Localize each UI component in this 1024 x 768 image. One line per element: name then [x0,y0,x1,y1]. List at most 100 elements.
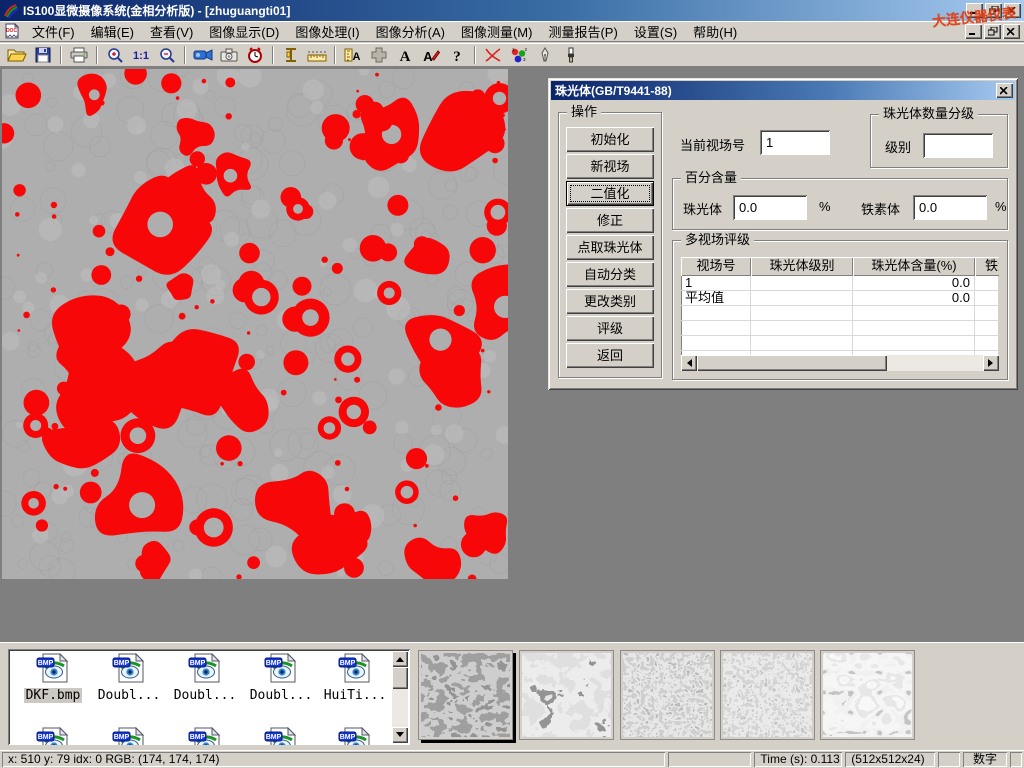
brush-button[interactable] [558,44,584,65]
classify-balls-button[interactable]: 123 [506,44,532,65]
menu-image-display[interactable]: 图像显示(D) [201,20,287,43]
status-time: Time (s): 0.113 [754,752,842,767]
svg-text:A: A [423,49,433,63]
thumbnail-3[interactable] [620,650,715,740]
file-item[interactable] [168,727,242,745]
microstructure-image[interactable] [2,69,508,579]
scroll-up-button[interactable] [392,651,408,667]
menu-image-analysis[interactable]: 图像分析(A) [368,20,453,43]
measure-text-button[interactable]: A [340,44,366,65]
dialog-close-button[interactable] [996,83,1013,98]
auto-classify-button[interactable]: 自动分类 [566,262,654,287]
vscroll-thumb[interactable] [392,667,408,689]
menu-report[interactable]: 测量报告(P) [540,20,625,43]
thumbnail-4[interactable] [720,650,815,740]
col-field: 视场号 [681,257,751,276]
change-class-button[interactable]: 更改类别 [566,289,654,314]
video-camera-button[interactable] [190,44,216,65]
grading-group-label: 珠光体数量分级 [879,107,978,121]
scroll-right-button[interactable] [983,355,999,371]
menu-settings[interactable]: 设置(S) [626,20,685,43]
scroll-down-button[interactable] [392,727,408,743]
ferrite-percent-input[interactable] [915,197,985,218]
minimize-button[interactable] [966,3,983,18]
dialog-title-bar[interactable]: 珠光体(GB/T9441-88) [551,81,1015,100]
mdi-minimize-button[interactable] [965,24,982,39]
menu-image-process[interactable]: 图像处理(I) [287,20,367,43]
pick-pearlite-button[interactable]: 点取珠光体 [566,235,654,260]
file-label[interactable]: Doubl... [248,688,315,703]
zoom-in-button[interactable] [102,44,128,65]
caliper-button[interactable] [278,44,304,65]
thumbnail-1[interactable] [418,650,513,740]
rating-table[interactable]: 视场号 珠光体级别 珠光体含量(%) 铁素体含量(%) 1 0.0 平均值 0.… [681,257,999,366]
file-item[interactable]: HuiTi... [318,653,392,703]
multi-field-group: 多视场评级 视场号 珠光体级别 珠光体含量(%) 铁素体含量(%) 1 0.0 … [672,240,1008,380]
actual-size-button[interactable]: 1:1 [128,44,154,65]
curve-erase-button[interactable] [480,44,506,65]
restore-button[interactable] [985,3,1002,18]
file-label[interactable]: HuiTi... [322,688,389,703]
open-button[interactable] [4,44,30,65]
correct-button[interactable]: 修正 [566,208,654,233]
video-camera-icon [193,48,213,62]
cell-level [751,291,853,306]
current-view-input[interactable] [762,132,828,153]
timer-button[interactable] [242,44,268,65]
file-label[interactable]: Doubl... [96,688,163,703]
file-item[interactable]: Doubl... [244,653,318,703]
binarize-button[interactable]: 二值化 [566,181,654,206]
caliper-icon [284,47,298,63]
print-button[interactable] [66,44,92,65]
file-item[interactable]: Doubl... [168,653,242,703]
help-button[interactable]: ? [444,44,470,65]
file-item[interactable] [92,727,166,745]
operation-group: 操作 初始化 新视场 二值化 修正 点取珠光体 自动分类 更改类别 评级 返回 [558,112,662,378]
annotate-icon: A [422,47,440,63]
level-input[interactable] [925,135,991,156]
grid-tool-button[interactable] [366,44,392,65]
svg-text:DOC: DOC [6,28,18,34]
pen-button[interactable] [532,44,558,65]
camera-button[interactable] [216,44,242,65]
ruler-button[interactable] [304,44,330,65]
return-button[interactable]: 返回 [566,343,654,368]
mdi-restore-button[interactable] [984,24,1001,39]
menu-view[interactable]: 查看(V) [142,20,201,43]
file-item[interactable]: DKF.bmp [16,653,90,703]
menu-bar: DOC 文件(F) 编辑(E) 查看(V) 图像显示(D) 图像处理(I) 图像… [0,21,1024,42]
save-button[interactable] [30,44,56,65]
toolbar-separator [96,46,98,64]
file-item[interactable] [244,727,318,745]
menu-file[interactable]: 文件(F) [24,20,83,43]
file-list-vscrollbar[interactable] [392,651,408,743]
pearlite-percent-input[interactable] [735,197,805,218]
thumbnail-2[interactable] [519,650,614,740]
file-browser[interactable]: DKF.bmp Doubl... Doubl... Doubl... HuiTi… [8,649,410,745]
zoom-out-button[interactable] [154,44,180,65]
document-icon[interactable]: DOC [4,23,20,39]
file-label[interactable]: Doubl... [172,688,239,703]
hscroll-thumb[interactable] [697,355,887,371]
camera-icon [220,48,238,62]
table-row-empty [681,306,999,321]
scroll-left-button[interactable] [681,355,697,371]
rate-button[interactable]: 评级 [566,316,654,341]
file-item[interactable]: Doubl... [92,653,166,703]
table-hscrollbar[interactable] [681,355,999,371]
mdi-close-button[interactable] [1003,24,1020,39]
menu-edit[interactable]: 编辑(E) [83,20,142,43]
file-item[interactable] [16,727,90,745]
thumbnail-5[interactable] [820,650,915,740]
new-field-button[interactable]: 新视场 [566,154,654,179]
menu-help[interactable]: 帮助(H) [685,20,745,43]
annotate-button[interactable]: A [418,44,444,65]
file-label[interactable]: DKF.bmp [24,688,83,703]
file-item[interactable] [318,727,392,745]
text-button[interactable]: A [392,44,418,65]
init-button[interactable]: 初始化 [566,127,654,152]
cell-field: 1 [681,276,751,291]
close-button[interactable] [1004,3,1021,18]
menu-image-measure[interactable]: 图像测量(M) [453,20,541,43]
percent-group-label: 百分含量 [681,171,741,185]
